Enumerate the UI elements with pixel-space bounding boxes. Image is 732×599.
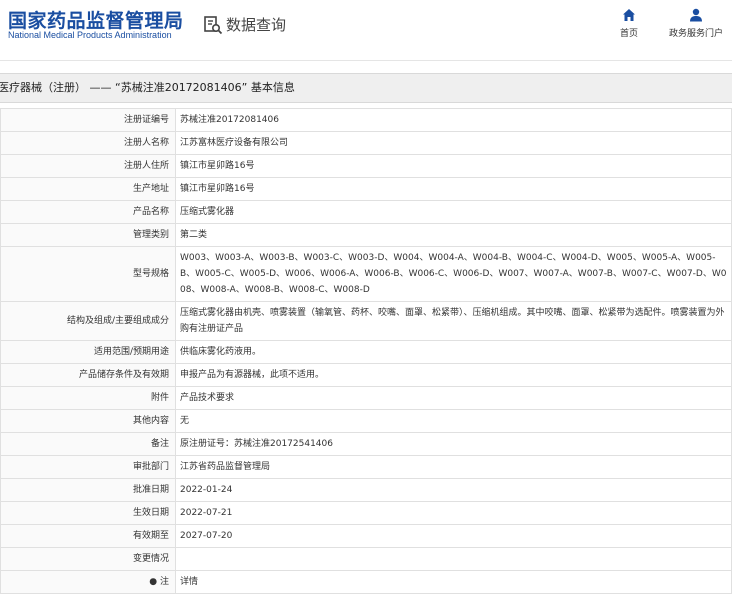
home-icon (623, 9, 635, 21)
field-value: 2022-01-24 (175, 478, 732, 502)
registration-info-table: 注册证编号 苏械注准20172081406 注册人名称 江苏富林医疗设备有限公司 注册人… (0, 108, 732, 594)
field-label: 备注 (0, 432, 176, 456)
field-value: 2027-07-20 (175, 524, 732, 548)
table-row: ● 注详情 (0, 570, 732, 594)
field-label: 附件 (0, 386, 176, 410)
table-row: 注册证编号 苏械注准20172081406 (0, 108, 732, 132)
search-document-icon (204, 15, 223, 34)
field-label: 型号规格 (0, 246, 176, 302)
field-value: 压缩式雾化器由机壳、喷雾装置（输氧管、药杯、咬嘴、面罩、松紧带）、压缩机组成。其… (175, 301, 732, 341)
portal-label: 政务服务门户 (668, 29, 723, 39)
data-query-label: 数据查询 (226, 16, 287, 34)
field-value: 产品技术要求 (175, 386, 732, 410)
field-label: 适用范围/预期用途 (0, 340, 176, 364)
page-title: 医疗器械（注册） —— “苏械注准20172081406” 基本信息 (0, 81, 295, 94)
table-row: 管理类别 第二类 (0, 223, 732, 247)
table-row: 有效期至 2027-07-20 (0, 524, 732, 548)
table-row: 变更情况 (0, 547, 732, 571)
table-row: 产品名称 压缩式雾化器 (0, 200, 732, 224)
field-label: 产品名称 (0, 200, 176, 224)
field-label: 注册证编号 (0, 108, 176, 132)
home-label: 首页 (619, 29, 638, 39)
service-portal-button[interactable]: 政务服务门户 (661, 8, 731, 39)
field-value: 江苏富林医疗设备有限公司 (175, 131, 732, 155)
field-label: 注册人名称 (0, 131, 176, 155)
table-row: 适用范围/预期用途 供临床雾化药液用。 (0, 340, 732, 364)
site-header: 国家药品监督管理局 National Medical Products Admi… (0, 0, 732, 60)
site-logo-title[interactable]: 国家药品监督管理局 (8, 6, 184, 33)
field-label: 生产地址 (0, 177, 176, 201)
field-label: 其他内容 (0, 409, 176, 433)
field-value: 申报产品为有源器械，此项不适用。 (175, 363, 732, 387)
field-label: 批准日期 (0, 478, 176, 502)
data-query-link[interactable]: 数据查询 (203, 14, 286, 35)
table-row: 备注 原注册证号：苏械注准20172541406 (0, 432, 732, 456)
field-value: 第二类 (175, 223, 732, 247)
table-row: 结构及组成/主要组成成分 压缩式雾化器由机壳、喷雾装置（输氧管、药杯、咬嘴、面罩、… (0, 301, 732, 341)
site-logo-subtitle: National Medical Products Administration (8, 30, 172, 40)
table-row: 审批部门 江苏省药品监督管理局 (0, 455, 732, 479)
table-row: 附件 产品技术要求 (0, 386, 732, 410)
field-value: 供临床雾化药液用。 (175, 340, 732, 364)
field-value: 镇江市星卯路16号 (175, 177, 732, 201)
table-row: 批准日期 2022-01-24 (0, 478, 732, 502)
field-value: 2022-07-21 (175, 501, 732, 525)
field-value: 压缩式雾化器 (175, 200, 732, 224)
details-link[interactable]: 详情 (175, 570, 732, 594)
field-value: 无 (175, 409, 732, 433)
field-value: 镇江市星卯路16号 (175, 154, 732, 178)
table-row: 生效日期 2022-07-21 (0, 501, 732, 525)
field-value: 原注册证号：苏械注准20172541406 (175, 432, 732, 456)
home-button[interactable]: 首页 (594, 8, 664, 39)
field-label: 结构及组成/主要组成成分 (0, 301, 176, 341)
table-row: 注册人住所 镇江市星卯路16号 (0, 154, 732, 178)
field-value: 苏械注准20172081406 (175, 108, 732, 132)
table-row: 产品储存条件及有效期 申报产品为有源器械，此项不适用。 (0, 363, 732, 387)
field-label: 注册人住所 (0, 154, 176, 178)
table-row: 注册人名称 江苏富林医疗设备有限公司 (0, 131, 732, 155)
field-label: 有效期至 (0, 524, 176, 548)
field-label: 审批部门 (0, 455, 176, 479)
table-row: 生产地址 镇江市星卯路16号 (0, 177, 732, 201)
page-title-bar: 医疗器械（注册） —— “苏械注准20172081406” 基本信息 (0, 73, 732, 103)
field-label: 生效日期 (0, 501, 176, 525)
field-value: W003、W003-A、W003-B、W003-C、W003-D、W004、W0… (175, 246, 732, 302)
table-row: 型号规格 W003、W003-A、W003-B、W003-C、W003-D、W00… (0, 246, 732, 302)
user-icon (690, 8, 702, 22)
field-label: 变更情况 (0, 547, 176, 571)
field-value: 江苏省药品监督管理局 (175, 455, 732, 479)
field-label: 管理类别 (0, 223, 176, 247)
header-divider (0, 60, 732, 61)
field-label: 产品储存条件及有效期 (0, 363, 176, 387)
table-row: 其他内容无 (0, 409, 732, 433)
field-value (175, 547, 732, 571)
field-label: ● 注 (0, 570, 176, 594)
